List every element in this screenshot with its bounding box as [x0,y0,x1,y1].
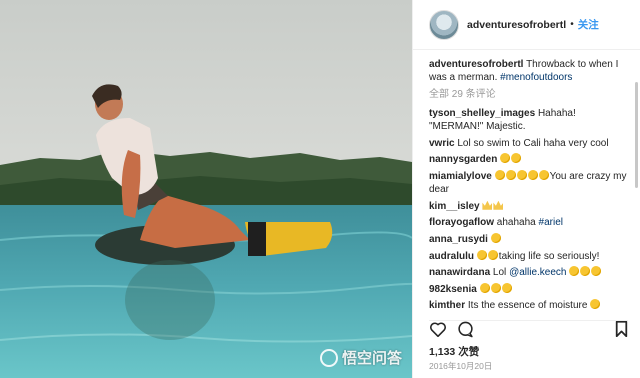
comment-item: kimther Its the essence of moisture [429,299,632,312]
smiley-emoji-icon [580,266,591,277]
comments-scrollbar[interactable] [635,82,638,188]
watermark: 悟空问答 [319,347,402,368]
comment-username[interactable]: anna_rusydi [429,234,488,245]
comment-username[interactable]: kimther [429,300,465,311]
smiley-emoji-icon [490,282,501,293]
comment-item: 982ksenia [429,282,632,296]
comment-item: florayogaflow ahahaha #ariel [429,216,632,229]
instagram-post: 悟空问答 adventuresofrobertl • 关注 adventures… [0,0,640,378]
smiley-emoji-icon [476,249,487,260]
comment-username[interactable]: tyson_shelley_images [429,108,535,119]
comment-item: audralulu taking life so seriously! [429,249,632,263]
photo-scene [0,0,412,378]
follow-button[interactable]: 关注 [578,17,599,32]
comment-item: tyson_shelley_images Hahaha! "MERMAN!" M… [429,107,632,133]
heart-icon[interactable] [429,321,447,342]
comment-username[interactable]: florayogaflow [429,217,494,228]
avatar[interactable] [429,9,459,40]
post-side-panel: adventuresofrobertl • 关注 adventuresofrob… [412,0,640,378]
smiley-emoji-icon [569,266,580,277]
view-all-comments-link[interactable]: 全部 29 条评论 [429,88,632,101]
comment-text: Lol [492,267,507,279]
comment-item: kim__isley [429,200,632,213]
header-username[interactable]: adventuresofrobertl [467,19,566,31]
comment-username[interactable]: kim__isley [429,201,480,212]
bookmark-icon[interactable] [615,320,628,342]
comment-username[interactable]: miamialylove [429,171,492,182]
comment-username[interactable]: nannysgarden [429,154,497,165]
smiley-emoji-icon [494,169,505,180]
smiley-emoji-icon [500,153,511,164]
comment-username[interactable]: 982ksenia [429,284,477,295]
caption-hashtag[interactable]: #menofoutdoors [500,72,572,83]
crown-emoji-icon [482,200,493,210]
comment-text: taking life so seriously! [498,250,600,262]
smiley-emoji-icon [479,282,490,293]
post-photo[interactable]: 悟空问答 [0,0,412,378]
comment-username[interactable]: nanawirdana [429,267,490,278]
comment-item: vwric Lol so swim to Cali haha very cool [429,137,632,150]
separator-dot: • [570,19,574,30]
smiley-emoji-icon [511,153,522,164]
smiley-emoji-icon [505,169,516,180]
comment-text: Lol so swim to Cali haha very cool [457,137,609,149]
watermark-text: 悟空问答 [341,350,402,367]
smiley-emoji-icon [516,169,527,180]
comment-item: anna_rusydi [429,232,632,246]
smiley-emoji-icon [591,266,602,277]
comment-text: Its the essence of moisture [467,300,588,312]
comment-item: nanawirdana Lol @allie.keech [429,266,632,279]
post-header: adventuresofrobertl • 关注 [413,0,640,50]
smiley-emoji-icon [490,232,501,243]
crown-emoji-icon [493,200,504,210]
comment-item: miamialylove You are crazy my dear [429,169,632,196]
likes-count[interactable]: 1,133 次赞 [429,344,479,359]
comment-username[interactable]: audralulu [429,251,474,262]
post-date: 2016年10月20日 [429,361,493,371]
smiley-emoji-icon [590,299,601,310]
caption-username[interactable]: adventuresofrobertl [429,59,523,70]
comments-list: adventuresofrobertl Throwback to when I … [429,58,632,316]
comment-username[interactable]: vwric [429,138,455,149]
comment-item: nannysgarden [429,153,632,166]
action-bar [429,320,628,341]
caption: adventuresofrobertl Throwback to when I … [429,58,632,84]
smiley-emoji-icon [501,282,512,293]
watermark-logo-icon [319,348,338,367]
comment-mention[interactable]: @allie.keech [509,267,566,278]
comment-text: ahahaha [496,217,536,229]
comment-hashtag[interactable]: #ariel [539,217,563,228]
smiley-emoji-icon [527,169,538,180]
smiley-emoji-icon [487,249,498,260]
comment-icon[interactable] [457,321,474,343]
smiley-emoji-icon [538,169,549,180]
